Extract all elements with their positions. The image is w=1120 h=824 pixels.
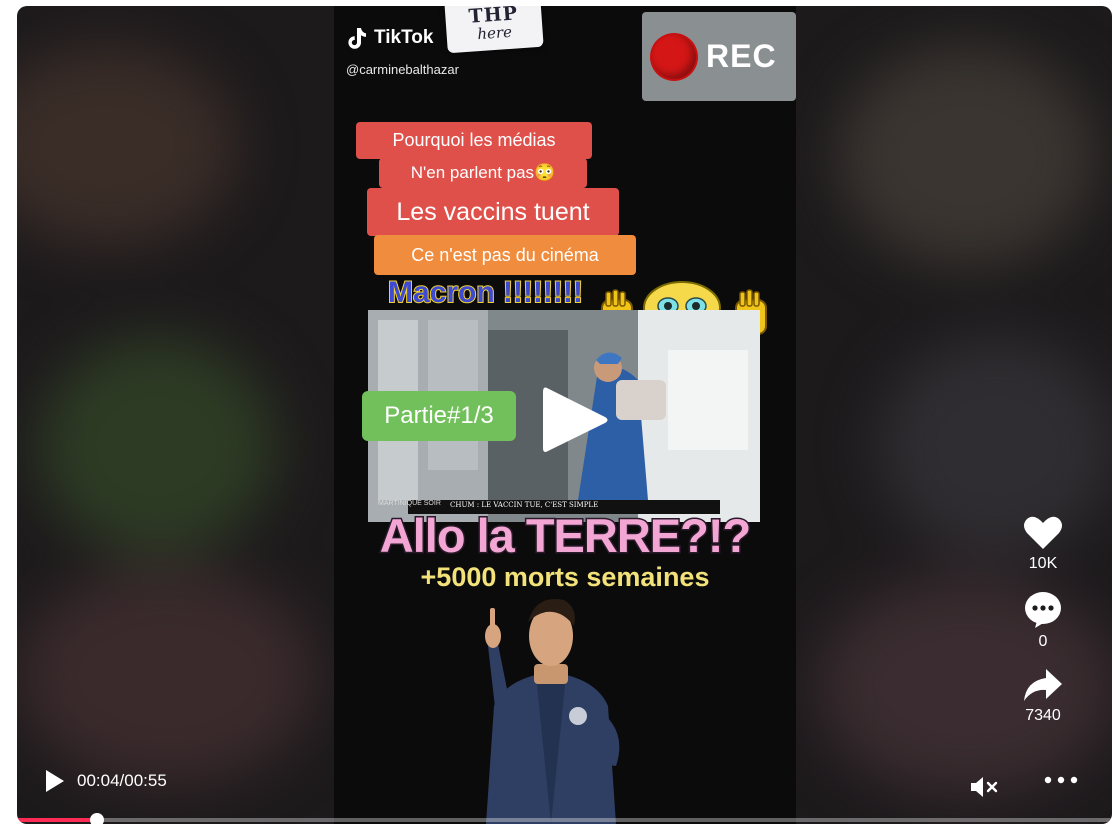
thp-sticker: THP here bbox=[444, 6, 544, 54]
video-frame[interactable]: TikTok @carminebalthazar THP here REC Po… bbox=[334, 6, 796, 824]
action-bar: 10K 0 7340 bbox=[1018, 515, 1068, 725]
person-pointing-up-image bbox=[485, 598, 620, 824]
headline-text: Allo la TERRE?!? bbox=[378, 508, 752, 564]
like-count: 10K bbox=[1028, 555, 1058, 572]
rec-label: REC bbox=[706, 38, 777, 74]
share-button[interactable]: 7340 bbox=[1018, 667, 1068, 725]
share-icon bbox=[1024, 669, 1062, 701]
record-dot-icon bbox=[652, 34, 696, 79]
tiktok-wordmark: TikTok bbox=[374, 27, 434, 48]
caption-line-4: Ce n'est pas du cinéma bbox=[374, 235, 636, 275]
video-player[interactable]: TikTok @carminebalthazar THP here REC Po… bbox=[17, 6, 1112, 824]
creator-handle: @carminebalthazar bbox=[346, 62, 459, 77]
tiktok-note-icon bbox=[348, 28, 366, 49]
comment-button[interactable]: 0 bbox=[1018, 591, 1068, 651]
mute-icon[interactable] bbox=[969, 776, 1001, 798]
caption-line-3: Les vaccins tuent bbox=[367, 188, 619, 236]
tiktok-logo: TikTok bbox=[346, 26, 433, 50]
share-count: 7340 bbox=[1025, 707, 1061, 724]
play-overlay-icon[interactable] bbox=[539, 382, 611, 458]
play-icon[interactable] bbox=[43, 768, 65, 794]
playback-controls: 00:04/00:55 bbox=[43, 768, 167, 794]
macron-caption: Macron !!!!!!!! bbox=[387, 275, 584, 310]
clip-source-label: MARTINIQUE SOIR bbox=[378, 500, 441, 507]
like-button[interactable]: 10K bbox=[1018, 515, 1068, 573]
progress-fill bbox=[17, 818, 97, 822]
comment-icon bbox=[1025, 592, 1061, 628]
more-icon[interactable] bbox=[1043, 774, 1079, 786]
time-display: 00:04/00:55 bbox=[77, 771, 167, 790]
caption-line-2: N'en parlent pas😳 bbox=[379, 158, 587, 188]
caption-line-1: Pourquoi les médias bbox=[356, 122, 592, 159]
progress-handle[interactable] bbox=[89, 813, 104, 824]
heart-icon bbox=[1024, 516, 1062, 549]
part-label: Partie#1/3 bbox=[362, 391, 516, 441]
comment-count: 0 bbox=[1038, 633, 1048, 650]
progress-bar[interactable] bbox=[17, 813, 1112, 824]
rec-badge: REC bbox=[642, 12, 796, 101]
